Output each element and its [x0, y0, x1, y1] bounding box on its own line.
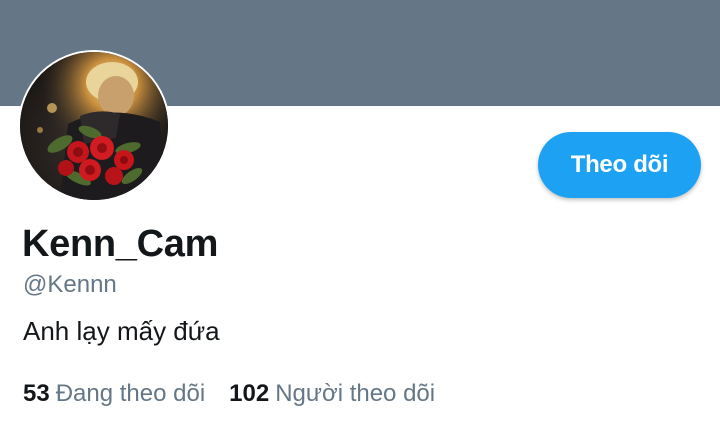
following-stat-link[interactable]: 53 Đang theo dõi: [23, 378, 205, 410]
followers-count: 102: [229, 380, 270, 407]
followers-label: Người theo dõi: [275, 380, 436, 407]
following-count: 53: [23, 380, 50, 407]
follow-button[interactable]: Theo dõi: [538, 132, 701, 198]
following-label: Đang theo dõi: [55, 380, 206, 407]
display-name: Kenn_Cam: [22, 223, 219, 265]
followers-stat-link[interactable]: 102 Người theo dõi: [229, 378, 435, 410]
username-handle: @Kennn: [23, 271, 117, 298]
profile-bio: Anh lạy mấy đứa: [23, 316, 220, 346]
avatar-photo-icon: [20, 52, 168, 200]
profile-page: Theo dõi Kenn_Cam @Kennn Anh lạy mấy đứa…: [0, 0, 720, 430]
avatar[interactable]: [18, 50, 170, 202]
profile-stats: 53 Đang theo dõi 102 Người theo dõi: [23, 378, 435, 410]
